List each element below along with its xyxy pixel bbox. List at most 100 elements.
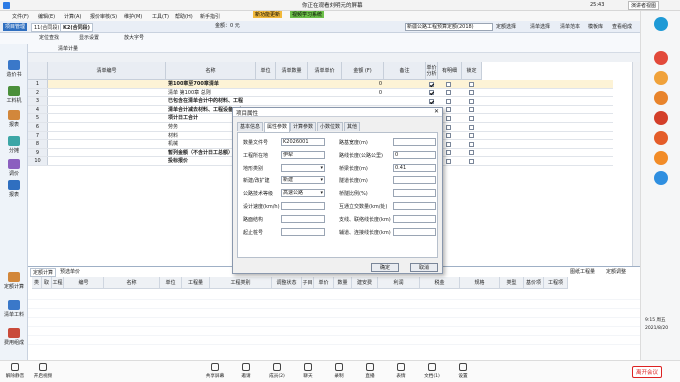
table-row[interactable]: 3 已包含在清单合计中的材料、工程 bbox=[28, 97, 613, 106]
mail-icon[interactable] bbox=[654, 131, 668, 145]
lower-col-header[interactable]: 编号 bbox=[64, 277, 104, 289]
field-input[interactable] bbox=[393, 176, 436, 185]
col-price[interactable]: 清单单价 bbox=[308, 62, 342, 80]
lock-checkbox[interactable] bbox=[469, 107, 474, 113]
lower-col-header[interactable]: 建安费 bbox=[352, 277, 378, 289]
detail-checkbox[interactable] bbox=[446, 141, 451, 147]
menu-calc[interactable]: 计算(A) bbox=[64, 13, 81, 20]
detail-checkbox[interactable] bbox=[446, 115, 451, 121]
close-icon[interactable]: ✕ bbox=[434, 108, 439, 115]
view-combine-button[interactable]: 查看组成 bbox=[612, 23, 632, 30]
detail-checkbox[interactable] bbox=[446, 90, 451, 96]
detail-checkbox[interactable] bbox=[446, 133, 451, 139]
col-unit[interactable]: 单位 bbox=[256, 62, 276, 80]
sidebar-item-adjust[interactable]: 调价 bbox=[2, 159, 26, 177]
menu-help[interactable]: 帮助(H) bbox=[175, 13, 193, 20]
invite-button[interactable]: 邀请 bbox=[233, 363, 259, 379]
lock-checkbox[interactable] bbox=[469, 98, 474, 104]
wps-icon[interactable] bbox=[654, 111, 668, 125]
field-input[interactable] bbox=[393, 214, 436, 223]
lower-col-header[interactable]: 名称 bbox=[104, 277, 160, 289]
col-code[interactable]: 清单编号 bbox=[48, 62, 166, 80]
field-input[interactable] bbox=[281, 227, 325, 236]
lock-checkbox[interactable] bbox=[469, 81, 474, 87]
sidebar-item-share[interactable]: 分摊 bbox=[2, 136, 26, 154]
members-button[interactable]: 成员(2) bbox=[264, 363, 290, 379]
field-input[interactable] bbox=[281, 202, 325, 210]
lower-col-header[interactable]: 数量 bbox=[334, 277, 352, 289]
sidebar-item-quota-calc[interactable]: 定额计算 bbox=[2, 272, 26, 290]
detail-checkbox[interactable] bbox=[446, 107, 451, 113]
menu-edit[interactable]: 编辑(E) bbox=[38, 13, 55, 20]
lower-col-header[interactable]: 工程项 bbox=[544, 277, 568, 289]
col-lock[interactable]: 锁定 bbox=[462, 62, 482, 80]
row-name[interactable]: 清单 第100章 总则 bbox=[168, 89, 256, 97]
lock-checkbox[interactable] bbox=[469, 158, 474, 164]
lower-col-header[interactable]: 工程量 bbox=[182, 277, 210, 289]
col-detail[interactable]: 有明细 bbox=[438, 62, 462, 80]
detail-checkbox[interactable] bbox=[446, 150, 451, 156]
tab-contract-k2[interactable]: K2(合同段) bbox=[60, 23, 93, 32]
table-row[interactable]: 2 清单 第100章 总则 0 bbox=[28, 88, 613, 98]
lower-col-header[interactable]: 利润 bbox=[378, 277, 420, 289]
list-sample-button[interactable]: 清单范本 bbox=[560, 23, 580, 30]
analysis-checkbox[interactable] bbox=[429, 98, 434, 104]
lock-checkbox[interactable] bbox=[469, 115, 474, 121]
field-input[interactable] bbox=[393, 202, 436, 210]
sidebar-item-report[interactable]: 报表 bbox=[2, 180, 26, 198]
field-input[interactable]: 0 bbox=[393, 150, 436, 159]
sidebar-item-materials[interactable]: 工料机 bbox=[2, 86, 26, 104]
meeting-icon[interactable] bbox=[654, 151, 668, 165]
grid-scrollbar[interactable] bbox=[632, 62, 640, 266]
dialog-tab[interactable]: 小数位数 bbox=[317, 122, 344, 131]
lower-col-header[interactable]: 调整状态 bbox=[272, 277, 302, 289]
field-input[interactable] bbox=[281, 163, 325, 172]
lower-col-header[interactable]: 基价项 bbox=[524, 277, 544, 289]
live-button[interactable]: 直播 bbox=[357, 363, 383, 379]
dialog-tab[interactable]: 基本信息 bbox=[237, 122, 264, 131]
field-input[interactable]: K2026001 bbox=[281, 138, 325, 146]
mute-button[interactable]: 解除静音 bbox=[2, 363, 28, 379]
video-button[interactable]: 开启视频 bbox=[30, 363, 56, 379]
detail-checkbox[interactable] bbox=[446, 81, 451, 87]
s-office-icon[interactable] bbox=[654, 91, 668, 105]
analysis-checkbox[interactable] bbox=[429, 81, 434, 87]
detail-checkbox[interactable] bbox=[446, 158, 451, 164]
dialog-tab[interactable]: 其他 bbox=[344, 122, 361, 131]
z-app-icon[interactable] bbox=[654, 71, 668, 85]
new-feature-button[interactable]: 新功能更新 bbox=[253, 11, 283, 18]
menu-maintain[interactable]: 维护(M) bbox=[124, 13, 142, 20]
field-input[interactable] bbox=[393, 189, 436, 198]
lock-checkbox[interactable] bbox=[469, 90, 474, 96]
lower-col-header[interactable]: 取费 bbox=[42, 277, 52, 298]
record-button[interactable]: 录制 bbox=[326, 363, 352, 379]
table-row[interactable]: 1 第100章至700章清单 0 bbox=[28, 80, 613, 89]
lower-col-header[interactable]: 单价 bbox=[314, 277, 334, 289]
lower-col-header[interactable]: 类型 bbox=[32, 277, 42, 298]
sidebar-item-cost[interactable]: 造价书 bbox=[2, 60, 26, 78]
docs-button[interactable]: 文档(1) bbox=[419, 363, 445, 379]
lock-checkbox[interactable] bbox=[469, 150, 474, 156]
ok-button[interactable]: 确定 bbox=[371, 263, 399, 272]
lower-col-header[interactable]: 工程类别 bbox=[210, 277, 272, 289]
detail-checkbox[interactable] bbox=[446, 98, 451, 104]
field-input[interactable]: 伊犁 bbox=[281, 150, 325, 159]
tab-project[interactable]: 项目管理 bbox=[3, 23, 28, 31]
lower-col-header[interactable]: 单位 bbox=[160, 277, 182, 289]
dialog-tab[interactable]: 计算参数 bbox=[290, 122, 317, 131]
lower-col-header[interactable]: 工程量单价 bbox=[52, 277, 64, 310]
template-lib-button[interactable]: 模板库 bbox=[588, 23, 603, 30]
s-app-icon[interactable] bbox=[654, 17, 668, 31]
field-input[interactable] bbox=[393, 138, 436, 146]
lower-col-header[interactable]: 类型 bbox=[500, 277, 524, 289]
leave-meeting-button[interactable]: 离开会议 bbox=[632, 366, 663, 378]
field-input[interactable]: 0.41 bbox=[393, 163, 436, 172]
field-input[interactable]: 高速公路 bbox=[281, 189, 325, 198]
standard-select[interactable]: 新疆公路工程预算定额(2018) bbox=[405, 23, 493, 31]
field-input[interactable] bbox=[393, 227, 436, 236]
sidebar-item-fee[interactable]: 费用组成 bbox=[2, 328, 26, 346]
video-learn-button[interactable]: 视频学习系统 bbox=[290, 11, 325, 18]
menu-tools[interactable]: 工具(T) bbox=[152, 13, 169, 20]
row-name[interactable]: 已包含在清单合计中的材料、工程 bbox=[168, 97, 256, 105]
browser-icon[interactable] bbox=[654, 51, 668, 65]
